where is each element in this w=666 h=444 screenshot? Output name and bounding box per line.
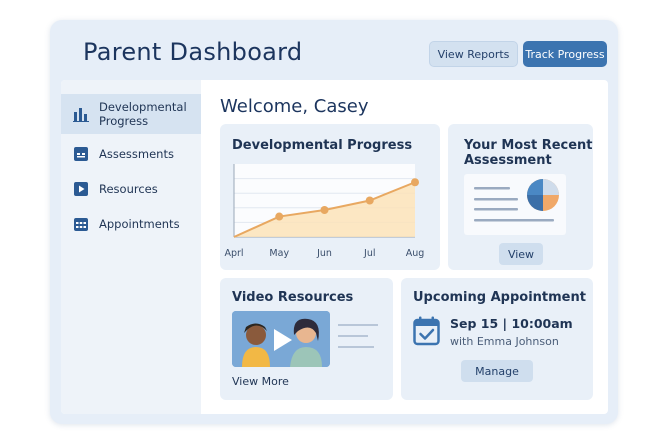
chart-data-point xyxy=(365,196,374,205)
sidebar-item-resources[interactable]: Resources xyxy=(61,177,201,201)
video-card-title: Video Resources xyxy=(232,290,354,305)
sidebar-item-label: Developmental Progress xyxy=(99,100,187,128)
progress-chart: Aprl May Jun Jul Aug xyxy=(224,164,425,259)
progress-card: Developmental Progress Aprl May Jun Jul Aug xyxy=(220,124,440,270)
appointment-card: Upcoming Appointment Sep 15 | 10:00am wi… xyxy=(401,278,593,400)
bar-chart-icon xyxy=(73,106,89,122)
sidebar-label-line: Progress xyxy=(99,114,149,128)
video-resources-card: Video Resources View More xyxy=(220,278,393,400)
assessment-card-title: Your Most Recent Assessment xyxy=(464,138,593,168)
track-progress-button[interactable]: Track Progress xyxy=(523,41,607,67)
view-reports-button[interactable]: View Reports xyxy=(429,41,518,67)
clipboard-icon xyxy=(73,146,89,162)
assessment-card: Your Most Recent Assessment View xyxy=(448,124,593,270)
content-panel: Developmental Progress Assessments Resou… xyxy=(61,80,608,414)
calendar-icon xyxy=(73,216,89,232)
sidebar-item-label: Resources xyxy=(99,182,158,196)
sidebar-item-label: Appointments xyxy=(99,217,180,231)
appointment-date-time: Sep 15 | 10:00am xyxy=(450,316,573,331)
chart-data-point xyxy=(411,178,419,187)
appointment-card-title: Upcoming Appointment xyxy=(413,290,586,305)
appointment-with: with Emma Johnson xyxy=(450,335,559,348)
chart-x-tick-label: Aug xyxy=(406,248,425,259)
view-assessment-button[interactable]: View xyxy=(499,243,543,265)
sidebar-item-assessments[interactable]: Assessments xyxy=(61,142,201,166)
sidebar-item-developmental-progress[interactable]: Developmental Progress xyxy=(61,94,201,134)
play-icon xyxy=(73,181,89,197)
sidebar: Developmental Progress Assessments Resou… xyxy=(61,80,201,414)
assessment-title-line: Assessment xyxy=(464,153,552,168)
manage-appointment-button[interactable]: Manage xyxy=(461,360,533,382)
chart-x-tick-label: Jun xyxy=(316,248,332,259)
app-title: Parent Dashboard xyxy=(83,38,303,66)
assessment-title-line: Your Most Recent xyxy=(464,138,593,153)
chart-x-tick-label: Aprl xyxy=(224,248,243,259)
chart-x-tick-label: May xyxy=(269,248,289,259)
video-people-icon xyxy=(232,311,330,367)
calendar-check-icon xyxy=(413,316,440,350)
video-text-line xyxy=(338,324,378,326)
report-illustration-icon xyxy=(474,179,559,222)
chart-data-point xyxy=(275,212,284,221)
view-more-link[interactable]: View More xyxy=(232,375,289,388)
chart-x-tick-label: Jul xyxy=(363,248,375,259)
dashboard-window: Parent Dashboard View Reports Track Prog… xyxy=(50,20,618,424)
main-area: Welcome, Casey Developmental Progress Ap… xyxy=(201,80,608,414)
sidebar-item-label: Assessments xyxy=(99,147,174,161)
sidebar-label-line: Developmental xyxy=(99,100,187,114)
report-thumbnail xyxy=(464,174,566,235)
video-thumbnail[interactable] xyxy=(232,311,330,367)
video-text-line xyxy=(338,346,374,348)
chart-data-point xyxy=(320,205,329,214)
welcome-heading: Welcome, Casey xyxy=(220,96,369,117)
video-text-line xyxy=(338,335,368,337)
sidebar-item-appointments[interactable]: Appointments xyxy=(61,212,201,236)
